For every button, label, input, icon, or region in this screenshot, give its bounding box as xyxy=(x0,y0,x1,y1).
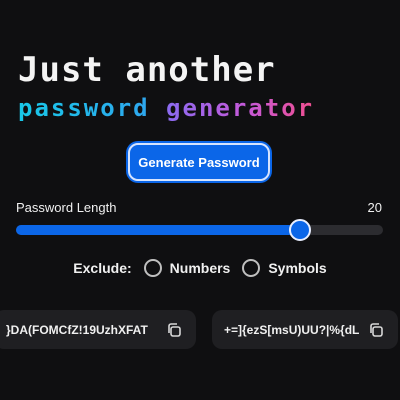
generate-password-button[interactable]: Generate Password xyxy=(128,143,270,181)
subtitle-word-password: password xyxy=(18,94,150,122)
copy-icon[interactable] xyxy=(166,322,182,338)
password-output-1[interactable]: }DA(FOMCfZ!19UzhXFAT xyxy=(0,310,196,349)
exclude-symbols-label[interactable]: Symbols xyxy=(268,260,326,276)
exclude-label: Exclude: xyxy=(73,260,132,276)
copy-icon[interactable] xyxy=(368,322,384,338)
exclude-numbers-checkbox[interactable] xyxy=(143,259,162,277)
exclude-symbols-option[interactable]: Symbols xyxy=(242,259,327,277)
app-title: Just another xyxy=(18,50,276,90)
exclude-numbers-option[interactable]: Numbers xyxy=(143,259,231,277)
slider-thumb[interactable] xyxy=(289,219,312,241)
exclude-symbols-checkbox[interactable] xyxy=(242,259,261,277)
password-length-slider[interactable] xyxy=(16,219,383,241)
password-length-label: Password Length xyxy=(16,200,117,215)
exclude-numbers-label[interactable]: Numbers xyxy=(170,260,231,276)
password-output-2[interactable]: +=]{ezS[msU)UU?|%{dL xyxy=(212,310,398,349)
password-text-1: }DA(FOMCfZ!19UzhXFAT xyxy=(6,322,148,337)
exclude-options: Exclude: Numbers Symbols xyxy=(0,259,400,277)
password-text-2: +=]{ezS[msU)UU?|%{dL xyxy=(224,322,360,337)
app-subtitle: password generator xyxy=(18,94,314,122)
password-length-value: 20 xyxy=(367,200,382,215)
subtitle-word-generator: generator xyxy=(166,94,315,122)
slider-fill xyxy=(16,225,301,235)
